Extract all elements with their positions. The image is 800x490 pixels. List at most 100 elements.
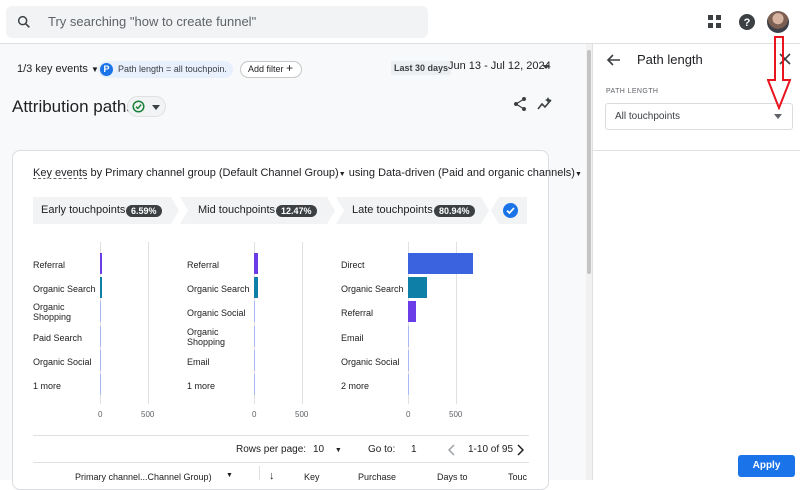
channel-label-paid-search: Paid Search [33,332,83,343]
axis-tick-label: 500 [141,410,155,419]
caret-down-icon[interactable]: ▼ [339,171,346,178]
bar-organic-social[interactable] [408,349,409,371]
bar-organic-search[interactable] [254,277,258,299]
channel-label-organic-social: Organic Social [341,356,400,367]
stage-early-label: Early touchpoints [41,204,126,216]
key-events-link[interactable]: Key events [33,167,87,179]
axis-tick-label: 0 [98,410,103,419]
stage-mid-pct: 12.47% [276,205,317,217]
channel-label-referral: Referral [187,260,220,270]
chip-label: Path length = all touchpoin... [118,64,226,74]
filter-chip[interactable]: P Path length = all touchpoin... [98,61,233,78]
bar-email[interactable] [254,349,255,371]
bar-1-more[interactable] [254,374,255,395]
apps-grid-icon[interactable] [705,12,725,32]
back-arrow-icon[interactable] [606,52,622,68]
axis-tick-label: 0 [406,410,411,419]
path-length-field-label: PATH LENGTH [606,88,659,95]
caret-down-icon: ▼ [334,447,342,454]
go-to-input[interactable]: 1 [411,444,417,455]
go-to-label: Go to: [368,444,396,455]
axis-tick-label: 500 [295,410,309,419]
search-box[interactable]: Try searching "how to create funnel" [6,6,428,38]
bar-paid-search[interactable] [100,325,101,347]
avatar[interactable] [767,11,789,33]
channel-label-organic-social: Organic Social [187,308,246,319]
channel-label-direct: Direct [341,260,365,270]
column-header-key[interactable]: Key [304,472,320,482]
column-header-days-to[interactable]: Days to [437,472,468,482]
rows-per-page-select[interactable]: 10 ▼ [313,444,342,455]
divider [33,435,529,436]
bar-email[interactable] [408,325,409,347]
caret-down-icon[interactable]: ▼ [226,472,233,479]
bar-2-more[interactable] [408,374,409,395]
caret-down-icon[interactable] [774,114,782,119]
chevron-right-icon[interactable] [516,444,524,456]
channel-label-1-more[interactable]: 1 more [187,381,253,391]
key-events-dropdown[interactable]: 1/3 key events ▼ [17,63,99,75]
search-icon [17,15,30,28]
date-preset-label: Last 30 days [391,61,452,75]
scrollbar-thumb[interactable] [587,50,591,274]
date-range[interactable]: Jun 13 - Jul 12, 2024 [448,60,551,72]
bar-referral[interactable] [408,301,416,323]
channel-label-2-more[interactable]: 2 more [341,381,407,391]
bar-1-more[interactable] [100,374,101,395]
add-filter-button[interactable]: Add filter + [240,61,302,78]
caret-down-icon[interactable]: ▼ [575,171,582,178]
channel-label-organic-search: Organic Search [341,284,404,295]
plus-icon: + [286,61,294,75]
share-icon[interactable] [512,96,528,112]
channel-label-organic-shopping: Organic Shopping [187,326,226,347]
date-caret-down-icon[interactable] [541,63,551,71]
insights-icon[interactable] [537,96,553,112]
gridline-500 [302,242,303,404]
search-input[interactable]: Try searching "how to create funnel" [48,14,256,29]
page-title: Attribution paths [12,97,135,116]
rows-per-page-label: Rows per page: [236,444,307,455]
column-divider [259,466,260,480]
sort-arrow-icon[interactable]: ↓ [269,470,275,482]
gridline-500 [148,242,149,404]
bar-organic-search[interactable] [100,277,103,299]
channel-label-organic-social: Organic Social [33,356,92,367]
stage-early-pct: 6.59% [126,205,162,217]
channel-label-organic-search: Organic Search [33,284,96,295]
subtitle-model[interactable]: using Data-driven (Paid and organic chan… [346,167,575,179]
channel-label-referral: Referral [341,308,374,319]
key-events-label: 1/3 key events [17,63,88,75]
column-header-channel[interactable]: Primary channel...Channel Group) [75,472,212,482]
path-length-selected-value: All touchpoints [615,111,681,122]
stage-mid-label: Mid touchpoints [198,204,276,216]
channel-label-1-more[interactable]: 1 more [33,381,99,391]
svg-text:?: ? [744,17,751,29]
panel-title: Path length [637,52,703,67]
axis-tick-label: 0 [252,410,257,419]
bar-organic-shopping[interactable] [100,301,101,323]
bar-referral[interactable] [254,253,258,274]
rows-per-page-value: 10 [313,444,325,455]
axis-tick-label: 500 [449,410,463,419]
bar-direct[interactable] [408,253,474,274]
column-header-touchpoints[interactable]: Touc [508,472,527,482]
column-header-purchase[interactable]: Purchase [358,472,396,482]
title-status-chip[interactable] [127,96,166,117]
chevron-left-icon[interactable] [448,444,456,456]
check-circle-icon[interactable] [503,203,518,218]
bar-organic-social[interactable] [100,349,101,371]
channel-label-organic-shopping: Organic Shopping [33,302,72,323]
annotation-arrow-icon [767,36,791,110]
add-filter-label: Add filter [248,64,284,74]
bar-referral[interactable] [100,253,103,274]
bar-organic-social[interactable] [254,301,255,323]
channel-label-email: Email [187,356,210,367]
page-range: 1-10 of 95 [468,444,514,455]
help-icon[interactable]: ? [737,12,757,32]
bar-organic-search[interactable] [408,277,427,299]
bar-organic-shopping[interactable] [254,325,255,347]
apply-button[interactable]: Apply [738,455,795,477]
subtitle-dimension[interactable]: by Primary channel group (Default Channe… [87,167,338,179]
channel-label-organic-search: Organic Search [187,284,250,295]
chip-letter: P [100,63,113,76]
